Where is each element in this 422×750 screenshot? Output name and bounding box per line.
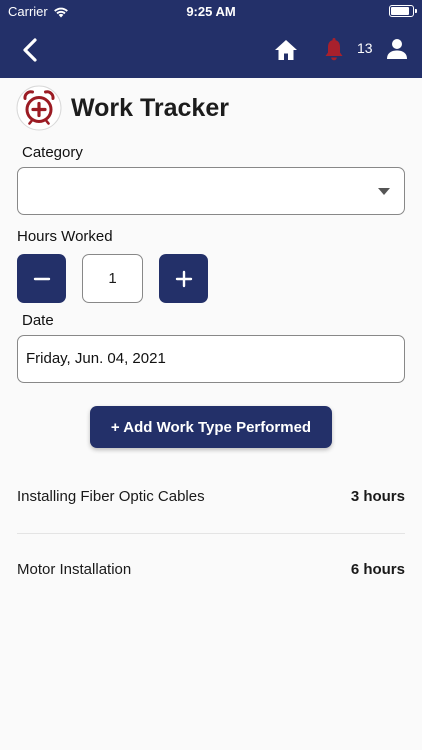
hours-worked-input[interactable]: 1: [82, 254, 143, 303]
work-entry-row[interactable]: Installing Fiber Optic Cables 3 hours: [17, 481, 405, 511]
work-entry-type: Motor Installation: [17, 560, 132, 578]
work-entry-hours: 6 hours: [350, 560, 405, 578]
minus-icon: [33, 277, 50, 280]
page-title: Work Tracker: [71, 93, 229, 122]
work-entry-row[interactable]: Motor Installation 6 hours: [17, 554, 405, 584]
date-value: Friday, Jun. 04, 2021: [26, 350, 166, 367]
page-title-row: Work Tracker: [16, 85, 229, 131]
profile-button[interactable]: [384, 36, 410, 62]
notification-count: 13: [357, 40, 373, 56]
date-picker-field[interactable]: Friday, Jun. 04, 2021: [17, 335, 405, 383]
app-header: Carrier 9:25 AM 13: [0, 0, 422, 78]
add-work-type-button[interactable]: + Add Work Type Performed: [90, 406, 332, 448]
alarm-clock-plus-icon: [16, 85, 62, 131]
status-bar: Carrier 9:25 AM: [0, 0, 422, 24]
date-label: Date: [22, 312, 54, 329]
work-entry-hours: 3 hours: [350, 487, 405, 505]
decrement-hours-button[interactable]: [17, 254, 66, 303]
list-divider: [17, 533, 405, 534]
home-button[interactable]: [272, 36, 300, 64]
plus-icon: [175, 270, 192, 287]
status-time: 9:25 AM: [186, 4, 236, 19]
dropdown-caret-icon: [378, 188, 390, 195]
hours-worked-value: 1: [108, 270, 117, 287]
notifications-bell-icon[interactable]: [322, 37, 346, 63]
battery-level: [391, 7, 409, 15]
increment-hours-button[interactable]: [159, 254, 208, 303]
category-select[interactable]: [17, 167, 405, 215]
category-label: Category: [22, 144, 83, 161]
battery-icon: [389, 5, 417, 17]
work-entry-type: Installing Fiber Optic Cables: [17, 487, 205, 505]
back-button[interactable]: [18, 36, 44, 64]
hours-worked-label: Hours Worked: [17, 228, 113, 245]
